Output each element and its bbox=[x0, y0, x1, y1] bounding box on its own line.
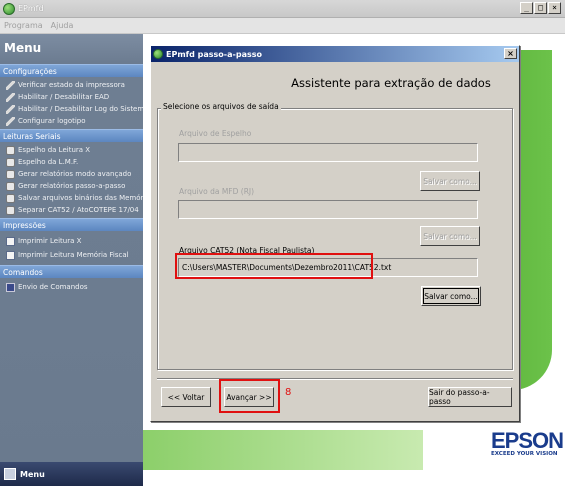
pencil-icon bbox=[6, 92, 15, 102]
section-leituras-seriais[interactable]: Leituras Seriais bbox=[0, 129, 143, 142]
maximize-button[interactable]: □ bbox=[534, 2, 547, 14]
epson-tagline: EXCEED YOUR VISION bbox=[491, 451, 558, 457]
serial-icon bbox=[6, 145, 15, 155]
sidebar-item-passo-a-passo[interactable]: Gerar relatórios passo-a-passo bbox=[0, 180, 143, 192]
main-title-bar: EPmfd _ □ × bbox=[0, 0, 565, 18]
serial-icon bbox=[6, 205, 15, 215]
sidebar-item-separar-cat52[interactable]: Separar CAT52 / AtoCOTEPE 17/04 bbox=[0, 204, 143, 216]
sidebar-item-imprimir-memoria-fiscal[interactable]: Imprimir Leitura Memória Fiscal bbox=[0, 248, 143, 262]
pencil-icon bbox=[6, 116, 15, 126]
save-as-mfd-button[interactable]: Salvar como... bbox=[420, 226, 480, 246]
serial-icon bbox=[6, 157, 15, 167]
app-icon bbox=[3, 2, 15, 15]
section-impressoes[interactable]: Impressões bbox=[0, 218, 143, 231]
command-icon bbox=[6, 282, 15, 292]
pencil-icon bbox=[6, 104, 15, 114]
section-comandos[interactable]: Comandos bbox=[0, 265, 143, 278]
back-button[interactable]: << Voltar bbox=[161, 387, 211, 407]
sidebar-footer[interactable]: Menu bbox=[0, 462, 143, 486]
dialog-heading: Assistente para extração de dados bbox=[291, 76, 491, 90]
sidebar-item-habilitar-ead[interactable]: Habilitar / Desabilitar EAD bbox=[0, 91, 143, 103]
app-icon bbox=[153, 49, 163, 59]
cat52-highlight bbox=[175, 253, 373, 279]
menu-ajuda[interactable]: Ajuda bbox=[51, 21, 74, 30]
espelho-input[interactable] bbox=[178, 143, 478, 162]
document-icon bbox=[6, 250, 15, 260]
window-controls: _ □ × bbox=[520, 2, 561, 14]
dialog-title: EPmfd passo-a-passo bbox=[166, 49, 262, 59]
sidebar-item-espelho-leitura-x[interactable]: Espelho da Leitura X bbox=[0, 144, 143, 156]
dialog-title-bar: EPmfd passo-a-passo × bbox=[151, 46, 519, 62]
green-bottom-decoration bbox=[143, 430, 423, 470]
minimize-button[interactable]: _ bbox=[520, 2, 533, 14]
dialog-close-button[interactable]: × bbox=[504, 48, 517, 59]
save-as-espelho-button[interactable]: Salvar como... bbox=[420, 171, 480, 191]
sidebar-item-salvar-binarios[interactable]: Salvar arquivos binários das Memórias bbox=[0, 192, 143, 204]
menu-programa[interactable]: Programa bbox=[4, 21, 43, 30]
exit-wizard-button[interactable]: Sair do passo-a-passo bbox=[428, 387, 512, 407]
save-as-cat52-button[interactable]: Salvar como... bbox=[421, 286, 481, 306]
sidebar-item-habilitar-log[interactable]: Habilitar / Desabilitar Log do Sistema bbox=[0, 103, 143, 115]
sidebar-item-envio-comandos[interactable]: Envio de Comandos bbox=[0, 281, 143, 293]
separator bbox=[157, 378, 513, 380]
document-icon bbox=[6, 236, 15, 246]
mfd-label: Arquivo da MFD (RJ) bbox=[179, 187, 255, 196]
sidebar-item-imprimir-leitura-x[interactable]: Imprimir Leitura X bbox=[0, 234, 143, 248]
menu-icon bbox=[4, 468, 16, 480]
serial-icon bbox=[6, 181, 15, 191]
serial-icon bbox=[6, 169, 15, 179]
close-button[interactable]: × bbox=[548, 2, 561, 14]
espelho-label: Arquivo de Espelho bbox=[179, 129, 252, 138]
sidebar: Menu Configurações Verificar estado da i… bbox=[0, 34, 143, 486]
menu-bar: Programa Ajuda bbox=[0, 18, 565, 34]
section-configuracoes[interactable]: Configurações bbox=[0, 64, 143, 77]
sidebar-item-verificar-estado[interactable]: Verificar estado da impressora bbox=[0, 79, 143, 91]
step-number: 8 bbox=[285, 387, 292, 398]
sidebar-item-espelho-lmf[interactable]: Espelho da L.M.F. bbox=[0, 156, 143, 168]
serial-icon bbox=[6, 193, 15, 203]
window-title: EPmfd bbox=[18, 4, 44, 13]
mfd-input[interactable] bbox=[178, 200, 478, 219]
sidebar-title: Menu bbox=[0, 34, 143, 64]
group-label: Selecione os arquivos de saída bbox=[161, 102, 281, 111]
sidebar-item-modo-avancado[interactable]: Gerar relatórios modo avançado bbox=[0, 168, 143, 180]
sidebar-item-configurar-logotipo[interactable]: Configurar logotipo bbox=[0, 115, 143, 127]
wizard-dialog: EPmfd passo-a-passo × Assistente para ex… bbox=[150, 45, 520, 422]
next-button-highlight bbox=[219, 379, 280, 413]
pencil-icon bbox=[6, 80, 15, 90]
